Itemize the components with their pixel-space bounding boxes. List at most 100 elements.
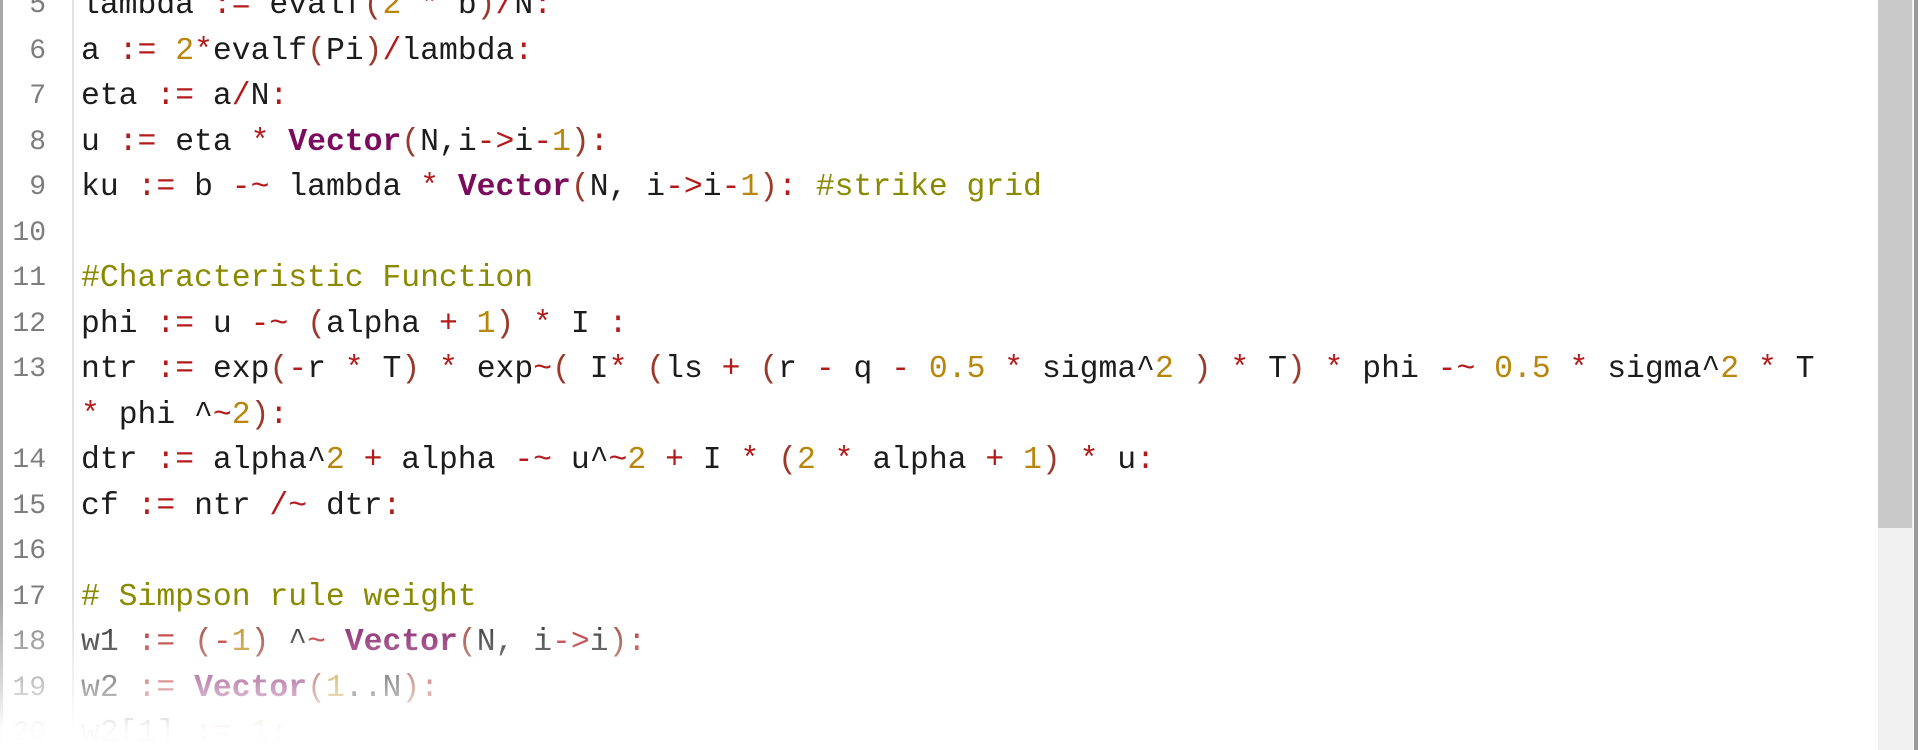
operator-token: := bbox=[194, 716, 232, 750]
line-code: * phi ^~2): bbox=[81, 393, 288, 439]
line-number: 5 bbox=[29, 0, 46, 21]
code-editor[interactable]: 5 lambda := evalf(2 * b)/N: 6 a := 2*evalf(… bbox=[0, 0, 1920, 750]
identifier-token: ntr bbox=[194, 488, 251, 524]
identifier-token: alpha bbox=[325, 306, 421, 342]
operator-token: * bbox=[439, 352, 458, 387]
code-line[interactable]: 7 eta := a/N: bbox=[0, 74, 1870, 120]
code-line[interactable]: 11 #Characteristic Function bbox=[0, 256, 1870, 302]
code-line[interactable]: 5 lambda := evalf(2 * b)/N: bbox=[0, 0, 1870, 29]
operator-token: * bbox=[250, 124, 270, 160]
number-token: 2 bbox=[382, 0, 402, 23]
operator-token: : bbox=[1136, 443, 1155, 478]
paren-token: ) bbox=[495, 306, 515, 342]
line-number: 13 bbox=[12, 354, 46, 385]
code-line[interactable]: 12 phi := u -~ (alpha + 1) * I : bbox=[0, 302, 1870, 348]
identifier-token: w2[1] bbox=[81, 716, 176, 750]
identifier-token: alpha^ bbox=[212, 443, 326, 478]
code-line[interactable]: 18 w1 := (-1) ^~ Vector(N, i->i): bbox=[0, 620, 1870, 666]
line-number: 15 bbox=[12, 490, 46, 522]
paren-token: ( bbox=[363, 0, 383, 23]
code-line[interactable]: 13 ntr := exp(-r * T) * exp~( I* (ls + (r… bbox=[0, 347, 1870, 393]
paren-token: ) bbox=[250, 397, 270, 433]
code-line[interactable]: 6 a := 2*evalf(Pi)/lambda: bbox=[0, 29, 1870, 75]
operator-token: - bbox=[288, 352, 308, 387]
line-code: phi := u -~ (alpha + 1) * I : bbox=[81, 302, 627, 348]
line-number: 16 bbox=[12, 536, 46, 567]
operator-token: -~ bbox=[514, 443, 553, 478]
identifier-token: evalf bbox=[212, 33, 308, 69]
code-line[interactable]: 17 # Simpson rule weight bbox=[0, 575, 1870, 621]
identifier-token: i bbox=[514, 124, 534, 160]
number-token: 1 bbox=[1023, 443, 1042, 478]
identifier-token: a bbox=[212, 79, 232, 114]
identifier-token: lambda bbox=[288, 170, 402, 205]
operator-token: := bbox=[137, 170, 176, 205]
number-token: 2 bbox=[1155, 352, 1174, 387]
paren-token: ) bbox=[608, 625, 628, 660]
code-line[interactable]: 20 w2[1] := 1: bbox=[0, 711, 1870, 750]
code-line[interactable]: 19 w2 := Vector(1..N): bbox=[0, 666, 1870, 712]
operator-token: : bbox=[269, 716, 289, 750]
identifier-token: dtr bbox=[325, 488, 383, 524]
operator-token: - bbox=[533, 124, 553, 160]
identifier-token: w1 bbox=[81, 625, 119, 660]
code-line[interactable]: 8 u := eta * Vector(N,i->i-1): bbox=[0, 120, 1870, 166]
vertical-scrollbar-thumb[interactable] bbox=[1878, 0, 1912, 528]
number-token: 1 bbox=[552, 124, 571, 160]
code-lines[interactable]: 5 lambda := evalf(2 * b)/N: 6 a := 2*evalf(… bbox=[0, 0, 1870, 750]
operator-token: * bbox=[1079, 443, 1099, 478]
operator-token: + bbox=[363, 443, 383, 478]
operator-token: := bbox=[137, 670, 176, 706]
identifier-token: u^ bbox=[570, 443, 609, 478]
operator-token: / bbox=[231, 79, 251, 114]
identifier-token: evalf bbox=[269, 0, 364, 23]
identifier-token: phi bbox=[81, 306, 138, 342]
operator-token: := bbox=[156, 79, 195, 114]
code-line[interactable]: 14 dtr := alpha^2 + alpha -~ u^~2 + I * (… bbox=[0, 438, 1870, 484]
paren-token: ( bbox=[552, 352, 571, 387]
code-line[interactable]: 10 bbox=[0, 211, 1870, 257]
operator-token: := bbox=[118, 33, 157, 69]
operator-token: * bbox=[1569, 352, 1589, 387]
operator-token: * bbox=[1757, 352, 1777, 387]
code-line[interactable]: 15 cf := ntr /~ dtr: bbox=[0, 484, 1870, 530]
identifier-token: ^ bbox=[194, 397, 213, 433]
code-line-wrapped-continuation[interactable]: * phi ^~2): bbox=[0, 393, 1870, 439]
code-line[interactable]: 9 ku := b -~ lambda * Vector(N, i->i-1): … bbox=[0, 165, 1870, 211]
line-code: u := eta * Vector(N,i->i-1): bbox=[81, 120, 609, 166]
identifier-token: I bbox=[570, 306, 590, 342]
paren-token: ) bbox=[1192, 352, 1212, 387]
code-line[interactable]: 16 bbox=[0, 529, 1870, 575]
paren-token: ) bbox=[570, 124, 590, 160]
line-code: ntr := exp(-r * T) * exp~( I* (ls + (r -… bbox=[81, 347, 1814, 393]
operator-token: -> bbox=[665, 170, 703, 205]
identifier-token: sigma^ bbox=[1607, 352, 1721, 387]
identifier-token: sigma^ bbox=[1041, 352, 1155, 387]
